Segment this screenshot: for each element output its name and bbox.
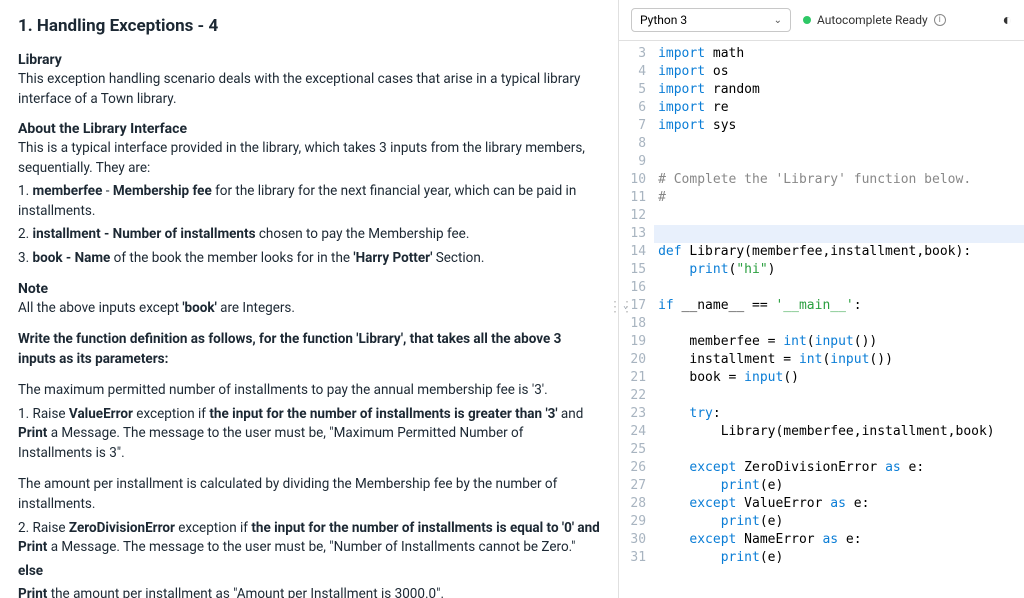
code-line[interactable] bbox=[654, 225, 1024, 243]
language-select[interactable]: Python 3 ⌄ bbox=[631, 8, 791, 32]
line-number: 9 bbox=[623, 153, 646, 171]
autocomplete-status: Autocomplete Ready i bbox=[803, 13, 946, 27]
code-line[interactable] bbox=[654, 135, 1024, 153]
line-number-gutter: 345678910111213141516⌄171819202122232425… bbox=[619, 41, 654, 598]
line-number: 30 bbox=[623, 531, 646, 549]
code-line[interactable]: print(e) bbox=[654, 513, 1024, 531]
code-line[interactable]: print(e) bbox=[654, 477, 1024, 495]
line-number: 16 bbox=[623, 279, 646, 297]
code-line[interactable]: memberfee = int(input()) bbox=[654, 333, 1024, 351]
resize-handle-icon[interactable]: ⋮⋮ bbox=[608, 299, 632, 315]
line-number: 31 bbox=[623, 549, 646, 567]
code-area[interactable]: import mathimport osimport randomimport … bbox=[654, 41, 1024, 598]
code-editor-panel: Python 3 ⌄ Autocomplete Ready i ◐ 345678… bbox=[618, 0, 1024, 598]
line-number: 14 bbox=[623, 243, 646, 261]
code-line[interactable] bbox=[654, 387, 1024, 405]
max-installments: The maximum permitted number of installm… bbox=[18, 381, 600, 401]
line-number: 5 bbox=[623, 81, 646, 99]
line-number: 27 bbox=[623, 477, 646, 495]
line-number: 18 bbox=[623, 315, 646, 333]
code-line[interactable]: import os bbox=[654, 63, 1024, 81]
line-number: 3 bbox=[623, 45, 646, 63]
line-number: 29 bbox=[623, 513, 646, 531]
code-line[interactable] bbox=[654, 153, 1024, 171]
line-number: 19 bbox=[623, 333, 646, 351]
line-number: 11 bbox=[623, 189, 646, 207]
section-heading-library: Library bbox=[18, 52, 600, 68]
code-line[interactable]: # Complete the 'Library' function below. bbox=[654, 171, 1024, 189]
line-number: 25 bbox=[623, 441, 646, 459]
amount-desc: The amount per installment is calculated… bbox=[18, 475, 600, 514]
chevron-down-icon: ⌄ bbox=[774, 15, 782, 26]
line-number: 8 bbox=[623, 135, 646, 153]
code-line[interactable]: installment = int(input()) bbox=[654, 351, 1024, 369]
line-number: 20 bbox=[623, 351, 646, 369]
line-number: 24 bbox=[623, 423, 646, 441]
input-item-1: 1. memberfee - Membership fee for the li… bbox=[18, 182, 600, 221]
code-line[interactable] bbox=[654, 207, 1024, 225]
code-line[interactable]: except ValueError as e: bbox=[654, 495, 1024, 513]
code-line[interactable]: Library(memberfee,installment,book) bbox=[654, 423, 1024, 441]
code-line[interactable] bbox=[654, 279, 1024, 297]
status-dot-icon bbox=[803, 16, 811, 24]
problem-description-panel: 1. Handling Exceptions - 4 Library This … bbox=[0, 0, 618, 598]
section-heading-about: About the Library Interface bbox=[18, 121, 600, 137]
code-line[interactable]: import random bbox=[654, 81, 1024, 99]
about-desc: This is a typical interface provided in … bbox=[18, 139, 600, 178]
code-line[interactable]: except NameError as e: bbox=[654, 531, 1024, 549]
else-print: Print the amount per installment as "Amo… bbox=[18, 585, 600, 598]
editor-toolbar: Python 3 ⌄ Autocomplete Ready i ◐ bbox=[619, 0, 1024, 41]
code-line[interactable]: print("hi") bbox=[654, 261, 1024, 279]
line-number: 6 bbox=[623, 99, 646, 117]
else-line: else bbox=[18, 562, 600, 582]
code-line[interactable]: def Library(memberfee,installment,book): bbox=[654, 243, 1024, 261]
line-number: 26 bbox=[623, 459, 646, 477]
line-number: 4 bbox=[623, 63, 646, 81]
library-desc: This exception handling scenario deals w… bbox=[18, 70, 600, 109]
raise-zerodiv: 2. Raise ZeroDivisionError exception if … bbox=[18, 519, 600, 558]
input-item-2: 2. installment - Number of installments … bbox=[18, 225, 600, 245]
language-label: Python 3 bbox=[640, 13, 687, 27]
code-line[interactable]: import sys bbox=[654, 117, 1024, 135]
section-heading-note: Note bbox=[18, 281, 600, 297]
code-line[interactable]: book = input() bbox=[654, 369, 1024, 387]
line-number: 13 bbox=[623, 225, 646, 243]
line-number: 10 bbox=[623, 171, 646, 189]
code-line[interactable]: import re bbox=[654, 99, 1024, 117]
theme-toggle-icon[interactable]: ◐ bbox=[1002, 10, 1012, 30]
line-number: 7 bbox=[623, 117, 646, 135]
line-number: 28 bbox=[623, 495, 646, 513]
input-item-3: 3. book - Name of the book the member lo… bbox=[18, 249, 600, 269]
page-title: 1. Handling Exceptions - 4 bbox=[18, 16, 600, 36]
code-line[interactable]: except ZeroDivisionError as e: bbox=[654, 459, 1024, 477]
code-line[interactable]: import math bbox=[654, 45, 1024, 63]
code-line[interactable] bbox=[654, 315, 1024, 333]
autocomplete-label: Autocomplete Ready bbox=[817, 13, 928, 27]
line-number: 23 bbox=[623, 405, 646, 423]
write-instruction: Write the function definition as follows… bbox=[18, 330, 600, 369]
code-line[interactable] bbox=[654, 441, 1024, 459]
code-line[interactable]: print(e) bbox=[654, 549, 1024, 567]
line-number: 22 bbox=[623, 387, 646, 405]
line-number: 15 bbox=[623, 261, 646, 279]
info-icon[interactable]: i bbox=[934, 14, 946, 26]
code-line[interactable]: if __name__ == '__main__': bbox=[654, 297, 1024, 315]
code-line[interactable]: # bbox=[654, 189, 1024, 207]
line-number: 21 bbox=[623, 369, 646, 387]
raise-valueerror: 1. Raise ValueError exception if the inp… bbox=[18, 405, 600, 464]
note-text: All the above inputs except 'book' are I… bbox=[18, 299, 600, 319]
code-line[interactable]: try: bbox=[654, 405, 1024, 423]
line-number: 12 bbox=[623, 207, 646, 225]
code-editor[interactable]: 345678910111213141516⌄171819202122232425… bbox=[619, 41, 1024, 598]
